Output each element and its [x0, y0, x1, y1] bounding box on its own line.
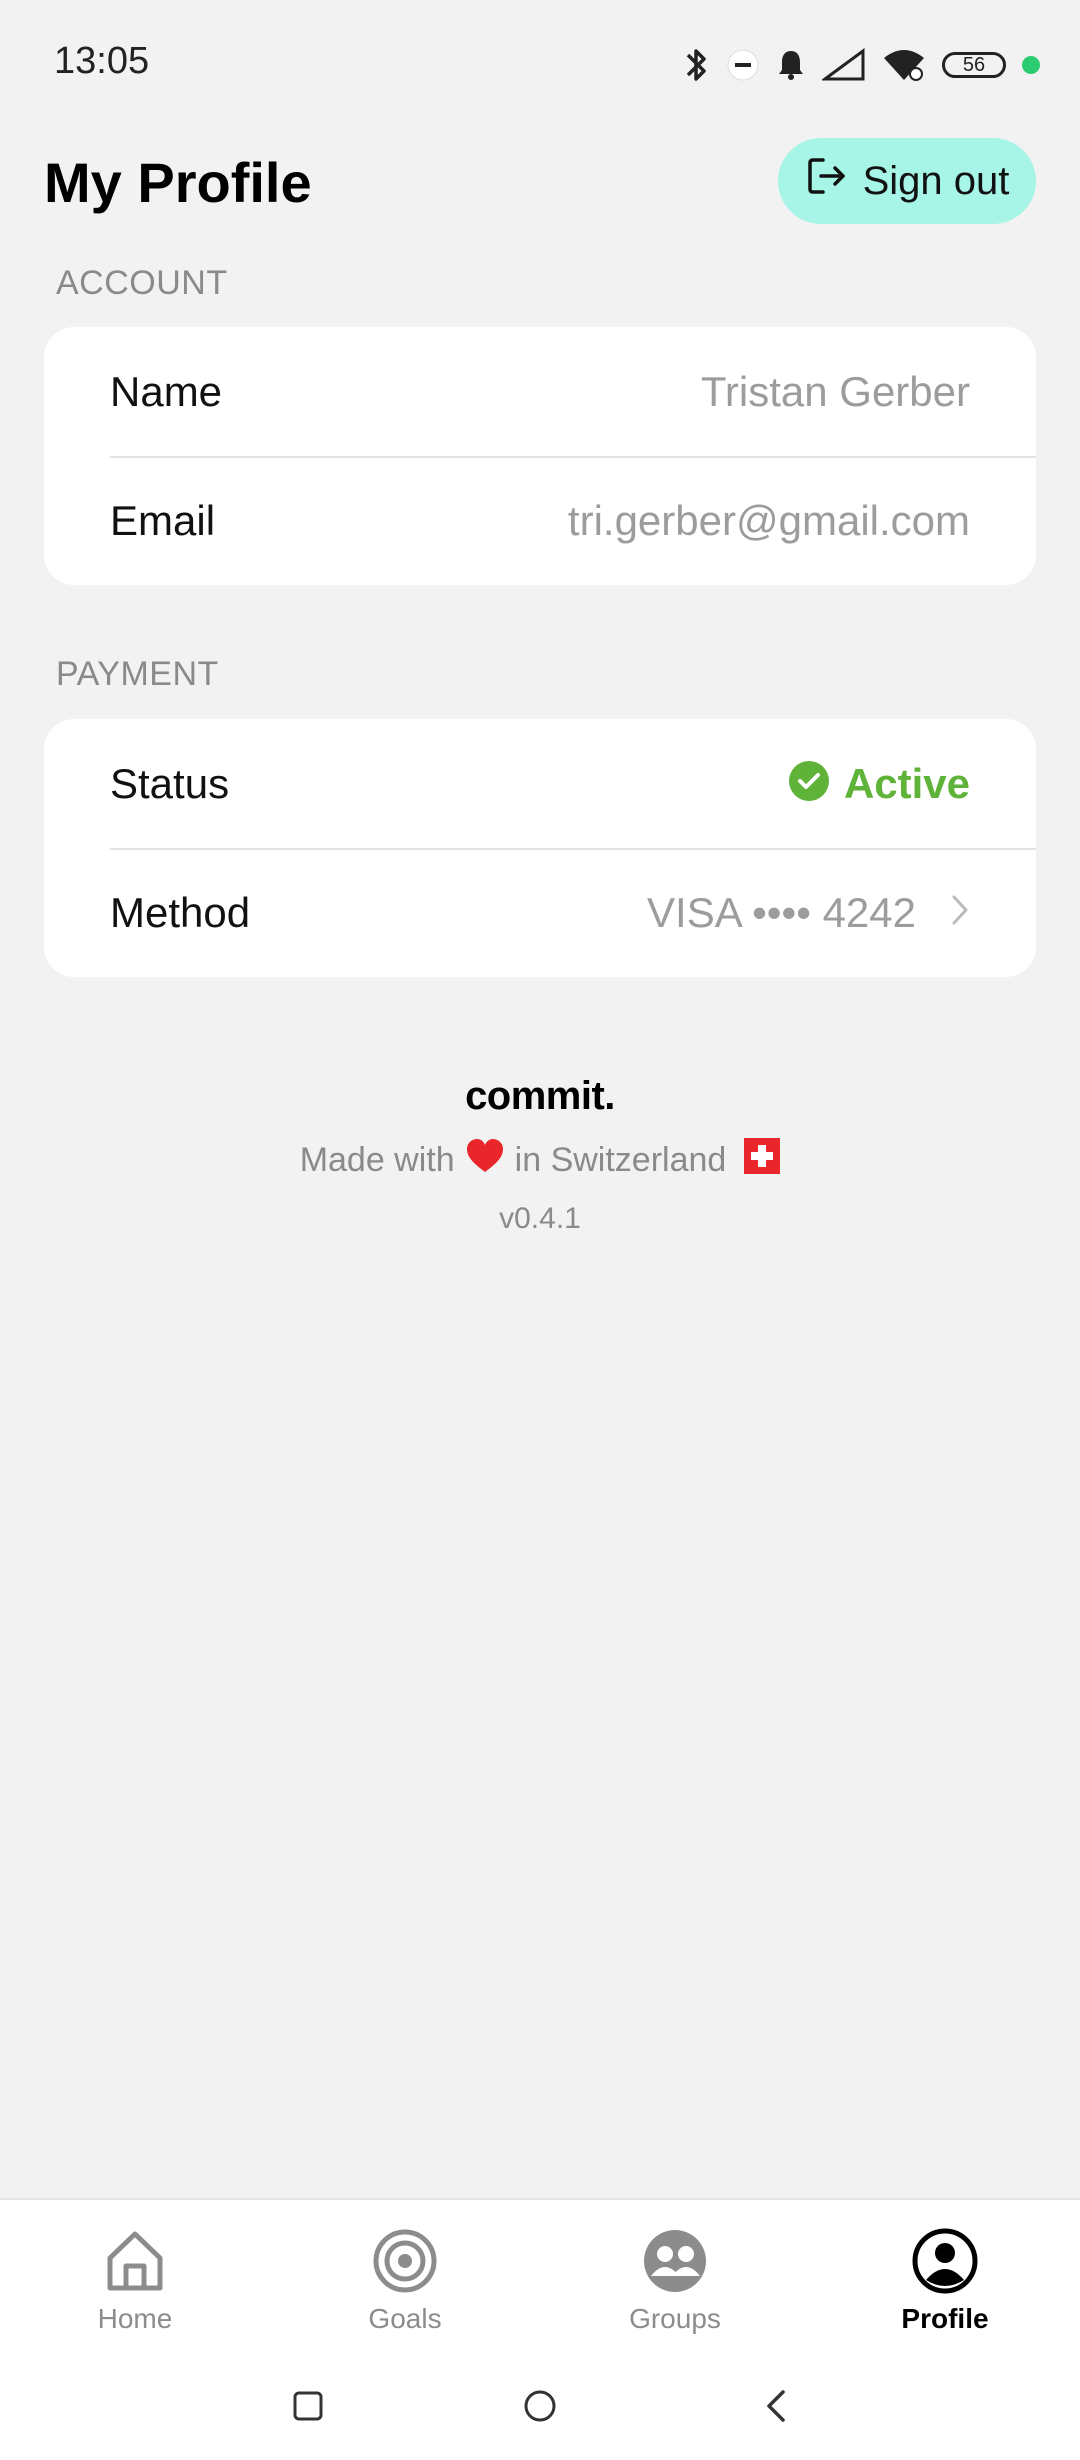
made-with-line: Made with in Switzerland — [0, 1138, 1080, 1183]
brand-logo: commit. — [465, 1074, 615, 1118]
nav-profile[interactable]: Profile — [810, 2200, 1080, 2360]
system-navigation-bar — [0, 2358, 1080, 2460]
status-label: Status — [110, 759, 230, 807]
name-value: Tristan Gerber — [700, 367, 970, 415]
made-with-suffix: in Switzerland — [514, 1141, 727, 1179]
sign-out-icon — [805, 154, 849, 208]
sign-out-label: Sign out — [862, 158, 1010, 203]
payment-card: Status Active Method VISA •••• 4242 — [44, 719, 1036, 977]
bottom-nav: Home Goals Groups Profile — [0, 2198, 1080, 2360]
wifi-icon — [882, 48, 926, 82]
swiss-flag-icon — [744, 1138, 781, 1183]
method-label: Method — [110, 888, 251, 936]
method-value-text: VISA •••• 4242 — [647, 888, 916, 936]
home-icon — [102, 2228, 168, 2299]
status-time: 13:05 — [54, 40, 150, 82]
name-row: Name Tristan Gerber — [44, 327, 1036, 456]
nav-home-label: Home — [97, 2303, 173, 2334]
chevron-left-icon — [764, 2388, 788, 2429]
email-value: tri.gerber@gmail.com — [567, 496, 970, 544]
status-value: Active — [788, 760, 970, 808]
bluetooth-icon — [684, 45, 710, 85]
account-section-label: ACCOUNT — [56, 264, 228, 302]
target-icon — [372, 2228, 438, 2299]
nav-groups-label: Groups — [629, 2303, 721, 2334]
recents-button[interactable] — [280, 2380, 336, 2436]
status-icons: 56 — [684, 40, 1040, 90]
status-row: Status Active — [44, 719, 1036, 848]
status-active-text: Active — [843, 759, 970, 807]
app-version: v0.4.1 — [499, 1202, 581, 1235]
method-value: VISA •••• 4242 — [647, 889, 970, 937]
account-card: Name Tristan Gerber Email tri.gerber@gma… — [44, 327, 1036, 585]
circle-icon — [523, 2389, 557, 2428]
back-button[interactable] — [748, 2380, 804, 2436]
nav-groups[interactable]: Groups — [540, 2200, 810, 2360]
signal-icon — [822, 48, 866, 82]
group-icon — [642, 2228, 708, 2299]
email-row: Email tri.gerber@gmail.com — [44, 456, 1036, 585]
nav-profile-label: Profile — [901, 2303, 989, 2334]
email-label: Email — [110, 496, 216, 544]
do-not-disturb-icon — [726, 48, 760, 82]
made-with-prefix: Made with — [299, 1141, 455, 1179]
heart-icon — [465, 1138, 505, 1183]
status-bar: 13:05 56 — [0, 0, 1080, 130]
nav-home[interactable]: Home — [0, 2200, 270, 2360]
profile-icon — [912, 2228, 978, 2299]
square-icon — [292, 2390, 324, 2427]
privacy-indicator-dot — [1022, 56, 1040, 74]
chevron-right-icon — [950, 889, 970, 937]
sign-out-button[interactable]: Sign out — [778, 138, 1036, 224]
home-system-button[interactable] — [512, 2380, 568, 2436]
nav-goals[interactable]: Goals — [270, 2200, 540, 2360]
page-title: My Profile — [44, 151, 312, 214]
payment-section-label: PAYMENT — [56, 655, 219, 693]
check-circle-icon — [788, 760, 830, 807]
payment-method-row[interactable]: Method VISA •••• 4242 — [44, 848, 1036, 977]
nav-goals-label: Goals — [368, 2303, 442, 2334]
bell-icon — [776, 48, 806, 82]
battery-indicator: 56 — [942, 52, 1006, 78]
name-label: Name — [110, 367, 223, 415]
